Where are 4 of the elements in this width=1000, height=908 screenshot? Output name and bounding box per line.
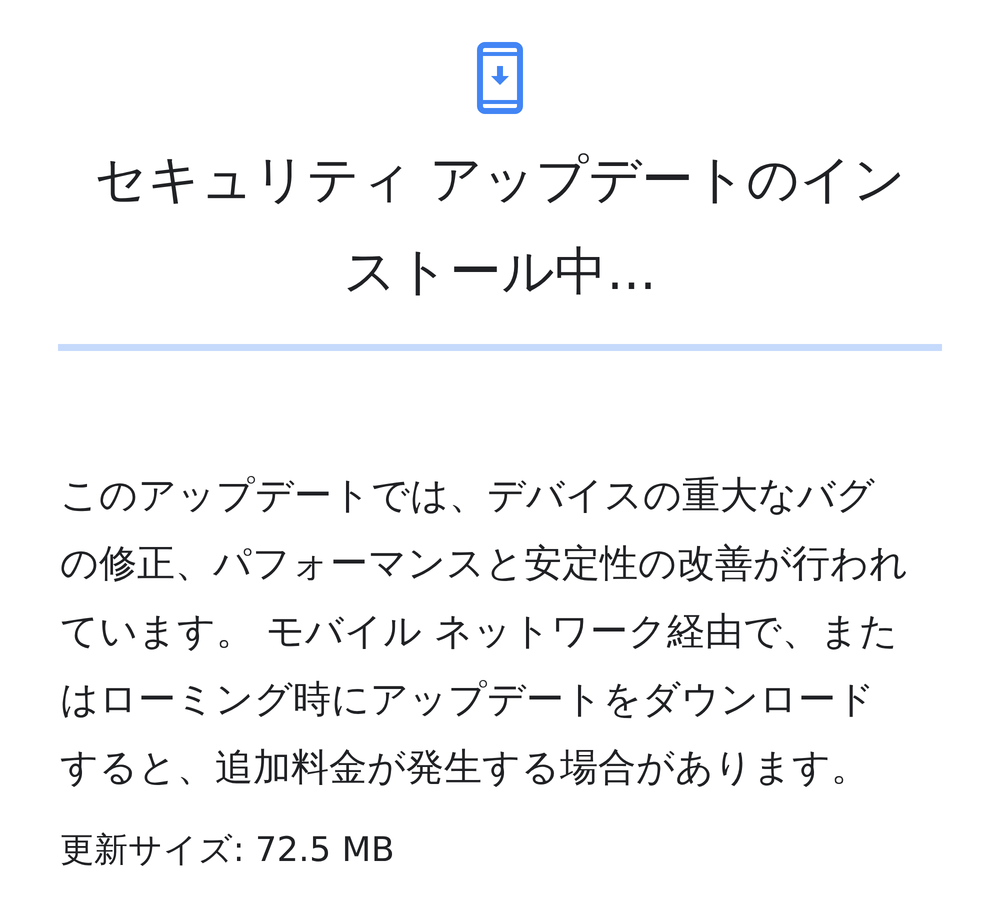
description-text: このアップデートでは、デバイスの重大なバグの修正、パフォーマンスと安定性の改善が行われています。 モバイル ネットワーク経由で、またはローミング時にアップデートをダウンロードすると、追加料金が発生する場合があります。 (60, 472, 909, 791)
phone-download-icon (477, 42, 523, 114)
update-size-text: 更新サイズ: 72.5 MB (60, 829, 396, 872)
title: セキュリティ アップデートのインストール中... (94, 149, 906, 304)
